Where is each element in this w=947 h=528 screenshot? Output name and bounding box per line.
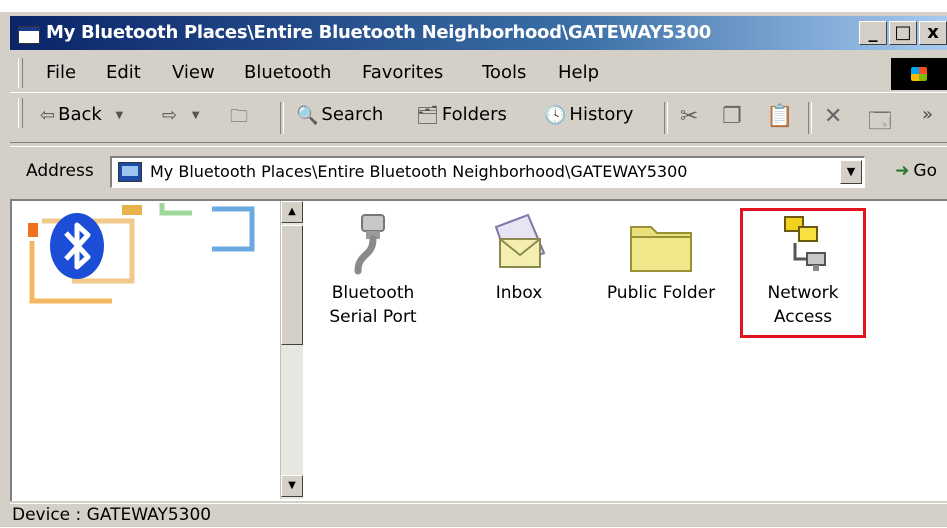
vertical-scrollbar[interactable]: ▲ ▼	[280, 201, 303, 499]
up-folder-button[interactable]: 🗀	[230, 104, 251, 134]
inbox-icon	[494, 213, 546, 269]
search-label: Search	[321, 104, 384, 125]
back-button[interactable]: ⇦ Back ▼	[40, 104, 126, 126]
search-button[interactable]: 🔍 Search	[296, 104, 383, 126]
menu-help[interactable]: Help	[558, 62, 599, 83]
menu-favorites[interactable]: Favorites	[362, 62, 443, 83]
serial-port-icon	[354, 214, 385, 275]
selection-highlight-box	[740, 208, 866, 338]
history-label: History	[569, 104, 634, 125]
computer-icon	[118, 162, 142, 182]
web-view-panel	[12, 201, 280, 501]
address-value: My Bluetooth Places\Entire Bluetooth Nei…	[150, 162, 688, 181]
explorer-window: My Bluetooth Places\Entire Bluetooth Nei…	[0, 12, 947, 527]
menu-tools[interactable]: Tools	[482, 62, 526, 83]
go-label: Go	[913, 161, 937, 181]
window-title: My Bluetooth Places\Entire Bluetooth Nei…	[46, 22, 711, 43]
copy-icon[interactable]: ❐	[722, 104, 742, 129]
content-pane: ▲ ▼ Bluetooth Serial Port Inbox Public F…	[10, 199, 947, 501]
forward-button[interactable]: ⇨ ▼	[162, 104, 203, 126]
forward-dropdown-icon[interactable]: ▼	[192, 110, 200, 121]
windows-logo-icon	[891, 58, 947, 90]
window-icon	[18, 26, 40, 44]
item-inbox[interactable]: Inbox	[454, 213, 584, 305]
menu-bluetooth[interactable]: Bluetooth	[244, 62, 331, 83]
menu-bar: File Edit View Bluetooth Favorites Tools…	[10, 54, 947, 93]
history-icon: 🕓	[544, 104, 567, 126]
window-controls: _ □ x	[857, 21, 947, 45]
scroll-down-button[interactable]: ▼	[281, 475, 303, 497]
item-label: Inbox	[495, 283, 543, 303]
minimize-button[interactable]: _	[859, 21, 887, 45]
back-dropdown-icon[interactable]: ▼	[116, 110, 124, 121]
maximize-button[interactable]: □	[889, 21, 917, 45]
go-arrow-icon: ➜	[895, 161, 910, 181]
bluetooth-logo-icon	[50, 213, 104, 279]
menu-grip[interactable]	[18, 58, 23, 88]
properties-icon[interactable]: 🗔	[868, 104, 892, 142]
folders-button[interactable]: 🗂 Folders	[416, 104, 507, 126]
toolbar-separator	[280, 102, 284, 134]
address-bar: Address My Bluetooth Places\Entire Bluet…	[10, 146, 947, 199]
menu-view[interactable]: View	[172, 62, 215, 83]
go-button[interactable]: ➜ Go	[895, 161, 937, 181]
up-folder-icon: 🗀	[230, 106, 248, 127]
close-button[interactable]: x	[919, 21, 947, 45]
scroll-up-button[interactable]: ▲	[281, 201, 303, 223]
address-input[interactable]: My Bluetooth Places\Entire Bluetooth Nei…	[110, 156, 865, 188]
back-label: Back	[58, 104, 102, 125]
toolbar-separator	[664, 102, 668, 134]
forward-arrow-icon: ⇨	[162, 104, 178, 126]
menu-file[interactable]: File	[46, 62, 76, 83]
menu-edit[interactable]: Edit	[106, 62, 141, 83]
folders-label: Folders	[441, 104, 507, 125]
folders-icon: 🗂	[416, 104, 439, 126]
folder-icon	[630, 226, 692, 272]
status-bar: Device : GATEWAY5300	[10, 503, 947, 528]
status-text: Device : GATEWAY5300	[12, 505, 212, 525]
paste-icon[interactable]: 📋	[766, 104, 793, 129]
item-public-folder[interactable]: Public Folder	[596, 213, 726, 305]
address-label: Address	[26, 161, 94, 181]
toolbar-overflow-button[interactable]: »	[922, 104, 933, 125]
scroll-thumb[interactable]	[281, 225, 303, 345]
item-bluetooth-serial-port[interactable]: Bluetooth Serial Port	[308, 213, 438, 329]
cut-icon[interactable]: ✂	[680, 104, 698, 129]
toolbar-grip[interactable]	[18, 98, 23, 128]
search-icon: 🔍	[296, 104, 319, 126]
toolbar-separator	[808, 102, 812, 134]
delete-icon[interactable]: ✕	[824, 104, 842, 129]
item-label: Public Folder	[606, 283, 716, 303]
back-arrow-icon: ⇦	[40, 104, 56, 126]
history-button[interactable]: 🕓 History	[544, 104, 633, 126]
title-bar[interactable]: My Bluetooth Places\Entire Bluetooth Nei…	[10, 16, 947, 50]
item-label: Bluetooth Serial Port	[329, 283, 417, 327]
address-dropdown-button[interactable]: ▼	[840, 160, 862, 184]
standard-toolbar: ⇦ Back ▼ ⇨ ▼ 🗀 🔍 Search 🗂 Folders 🕓 History …	[10, 94, 947, 143]
